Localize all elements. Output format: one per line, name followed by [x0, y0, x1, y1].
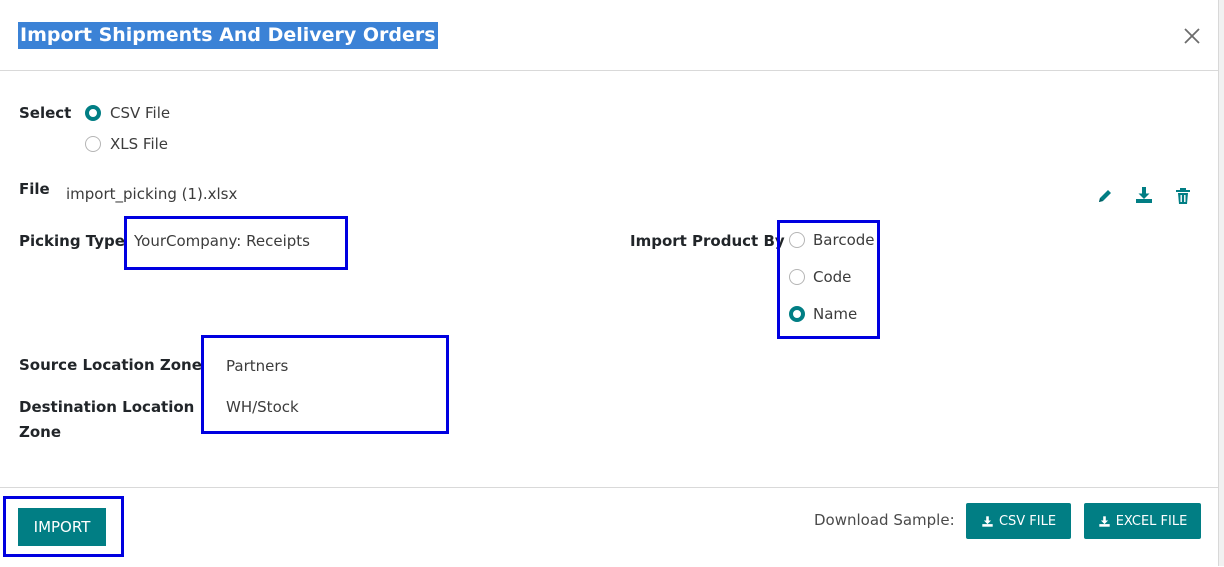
code-radio[interactable] [789, 269, 805, 285]
file-label: File [19, 180, 50, 198]
select-label: Select [19, 104, 72, 122]
csv-file-radio[interactable] [85, 105, 101, 121]
barcode-radio-label[interactable]: Barcode [813, 231, 875, 249]
source-location-field[interactable]: Partners [226, 357, 288, 375]
import-product-by-label: Import Product By [630, 232, 785, 250]
excel-file-button[interactable]: EXCEL FILE [1084, 503, 1201, 539]
csv-file-button[interactable]: CSV FILE [966, 503, 1071, 539]
csv-file-button-label: CSV FILE [998, 513, 1057, 529]
download-icon [982, 515, 993, 527]
csv-file-radio-label[interactable]: CSV File [110, 104, 170, 122]
picking-type-label: Picking Type [19, 232, 125, 250]
destination-location-field[interactable]: WH/Stock [226, 398, 299, 416]
name-radio[interactable] [789, 306, 805, 322]
code-radio-label[interactable]: Code [813, 268, 851, 286]
locations-highlight [201, 335, 449, 434]
download-icon [1098, 515, 1110, 527]
pencil-icon[interactable] [1095, 186, 1115, 206]
destination-location-label-line2: Zone [19, 423, 62, 441]
barcode-radio[interactable] [789, 232, 805, 248]
dialog-header: Import Shipments And Delivery Orders [0, 0, 1218, 71]
scrollbar-edge [1218, 0, 1224, 566]
download-icon[interactable] [1134, 185, 1154, 205]
excel-file-button-label: EXCEL FILE [1115, 513, 1188, 529]
xls-file-radio-label[interactable]: XLS File [110, 135, 168, 153]
import-button[interactable]: IMPORT [18, 508, 106, 546]
xls-file-radio[interactable] [85, 136, 101, 152]
dialog-title: Import Shipments And Delivery Orders [18, 22, 438, 49]
file-name: import_picking (1).xlsx [66, 185, 238, 203]
picking-type-field[interactable]: YourCompany: Receipts [134, 232, 310, 250]
source-location-label: Source Location Zone [19, 356, 202, 374]
destination-location-label-line1: Destination Location [19, 398, 195, 416]
name-radio-label[interactable]: Name [813, 305, 857, 323]
close-icon[interactable] [1178, 22, 1206, 50]
download-sample-label: Download Sample: [814, 511, 955, 529]
trash-icon[interactable] [1173, 186, 1193, 206]
